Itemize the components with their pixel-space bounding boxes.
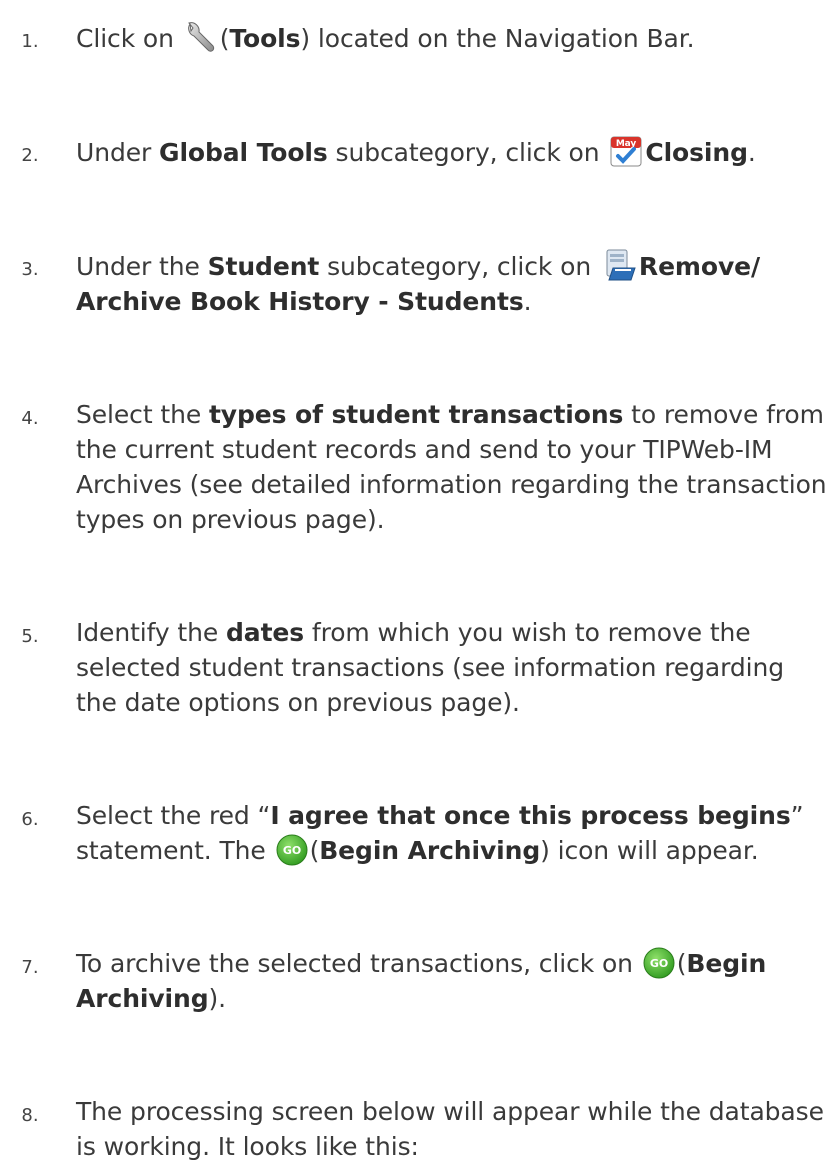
tools-label: Tools <box>229 24 301 53</box>
step-5: 5. Identify the dates from which you wis… <box>0 595 839 720</box>
step-text-part: Select the red “ <box>76 801 271 830</box>
step-text-part: Identify the <box>76 618 226 647</box>
global-tools-label: Global Tools <box>159 138 328 167</box>
step-number: 8. <box>21 1105 39 1126</box>
step-text-part: Select the <box>76 400 209 429</box>
step-text-part: ). <box>208 984 227 1013</box>
begin-archiving-label: Begin Archiving <box>319 836 541 865</box>
step-text-part: . <box>747 138 756 167</box>
step-text-part: Click on <box>76 24 182 53</box>
step-number: 6. <box>21 809 39 830</box>
step-number: 2. <box>21 145 39 166</box>
go-icon: GO <box>643 947 675 979</box>
step-7: 7. To archive the selected transactions,… <box>0 926 839 1016</box>
dates-label: dates <box>226 618 305 647</box>
step-text-part: To archive the selected transactions, cl… <box>76 949 641 978</box>
step-text-part: ) icon will appear. <box>540 836 759 865</box>
step-1: 1. Click on (Tools) located on the Navig… <box>0 0 839 56</box>
step-6: 6. Select the red “I agree that once thi… <box>0 778 839 868</box>
step-text-part: ( <box>309 836 320 865</box>
step-number: 4. <box>21 408 39 429</box>
archive-book-icon <box>601 248 637 282</box>
step-3: 3. Under the Student subcategory, click … <box>0 228 839 319</box>
agree-statement-label: I agree that once this process begins <box>270 801 791 830</box>
step-4: 4. Select the types of student transacti… <box>0 377 839 537</box>
step-text-part: subcategory, click on <box>327 138 608 167</box>
go-icon-text: GO <box>650 957 668 970</box>
step-number: 1. <box>21 31 39 52</box>
step-text-part: Under <box>76 138 160 167</box>
step-number: 7. <box>21 957 39 978</box>
step-8: 8. The processing screen below will appe… <box>0 1074 839 1164</box>
student-label: Student <box>207 252 320 281</box>
step-text: Identify the dates from which you wish t… <box>76 615 831 720</box>
step-text: Under the Student subcategory, click on … <box>76 248 779 319</box>
step-text-part: ( <box>676 949 687 978</box>
go-icon: GO <box>276 834 308 866</box>
step-text: The processing screen below will appear … <box>76 1094 831 1164</box>
step-text-part: Under the <box>76 252 208 281</box>
step-text-part: ) located on the Navigation Bar. <box>300 24 695 53</box>
step-text: Click on (Tools) located on the Navigati… <box>76 20 831 56</box>
instruction-page: { "steps": [ { "num": "1.", "a": "Click … <box>0 0 839 1161</box>
step-text: Select the red “I agree that once this p… <box>76 798 831 868</box>
step-text-part: The processing screen below will appear … <box>76 1097 824 1161</box>
step-text-part: . <box>523 287 532 316</box>
step-text-part: subcategory, click on <box>319 252 599 281</box>
step-text: Select the types of student transactions… <box>76 397 831 537</box>
transaction-types-label: types of student transactions <box>208 400 624 429</box>
calendar-may-icon: May <box>609 134 643 168</box>
step-text-part: ( <box>219 24 230 53</box>
go-icon-text: GO <box>282 844 300 857</box>
step-number: 3. <box>21 259 39 280</box>
step-text: To archive the selected transactions, cl… <box>76 946 831 1016</box>
step-text: Under Global Tools subcategory, click on… <box>76 134 831 170</box>
step-number: 5. <box>21 626 39 647</box>
step-2: 2. Under Global Tools subcategory, click… <box>0 114 839 170</box>
closing-label: Closing <box>645 138 748 167</box>
wrench-icon <box>184 20 218 54</box>
